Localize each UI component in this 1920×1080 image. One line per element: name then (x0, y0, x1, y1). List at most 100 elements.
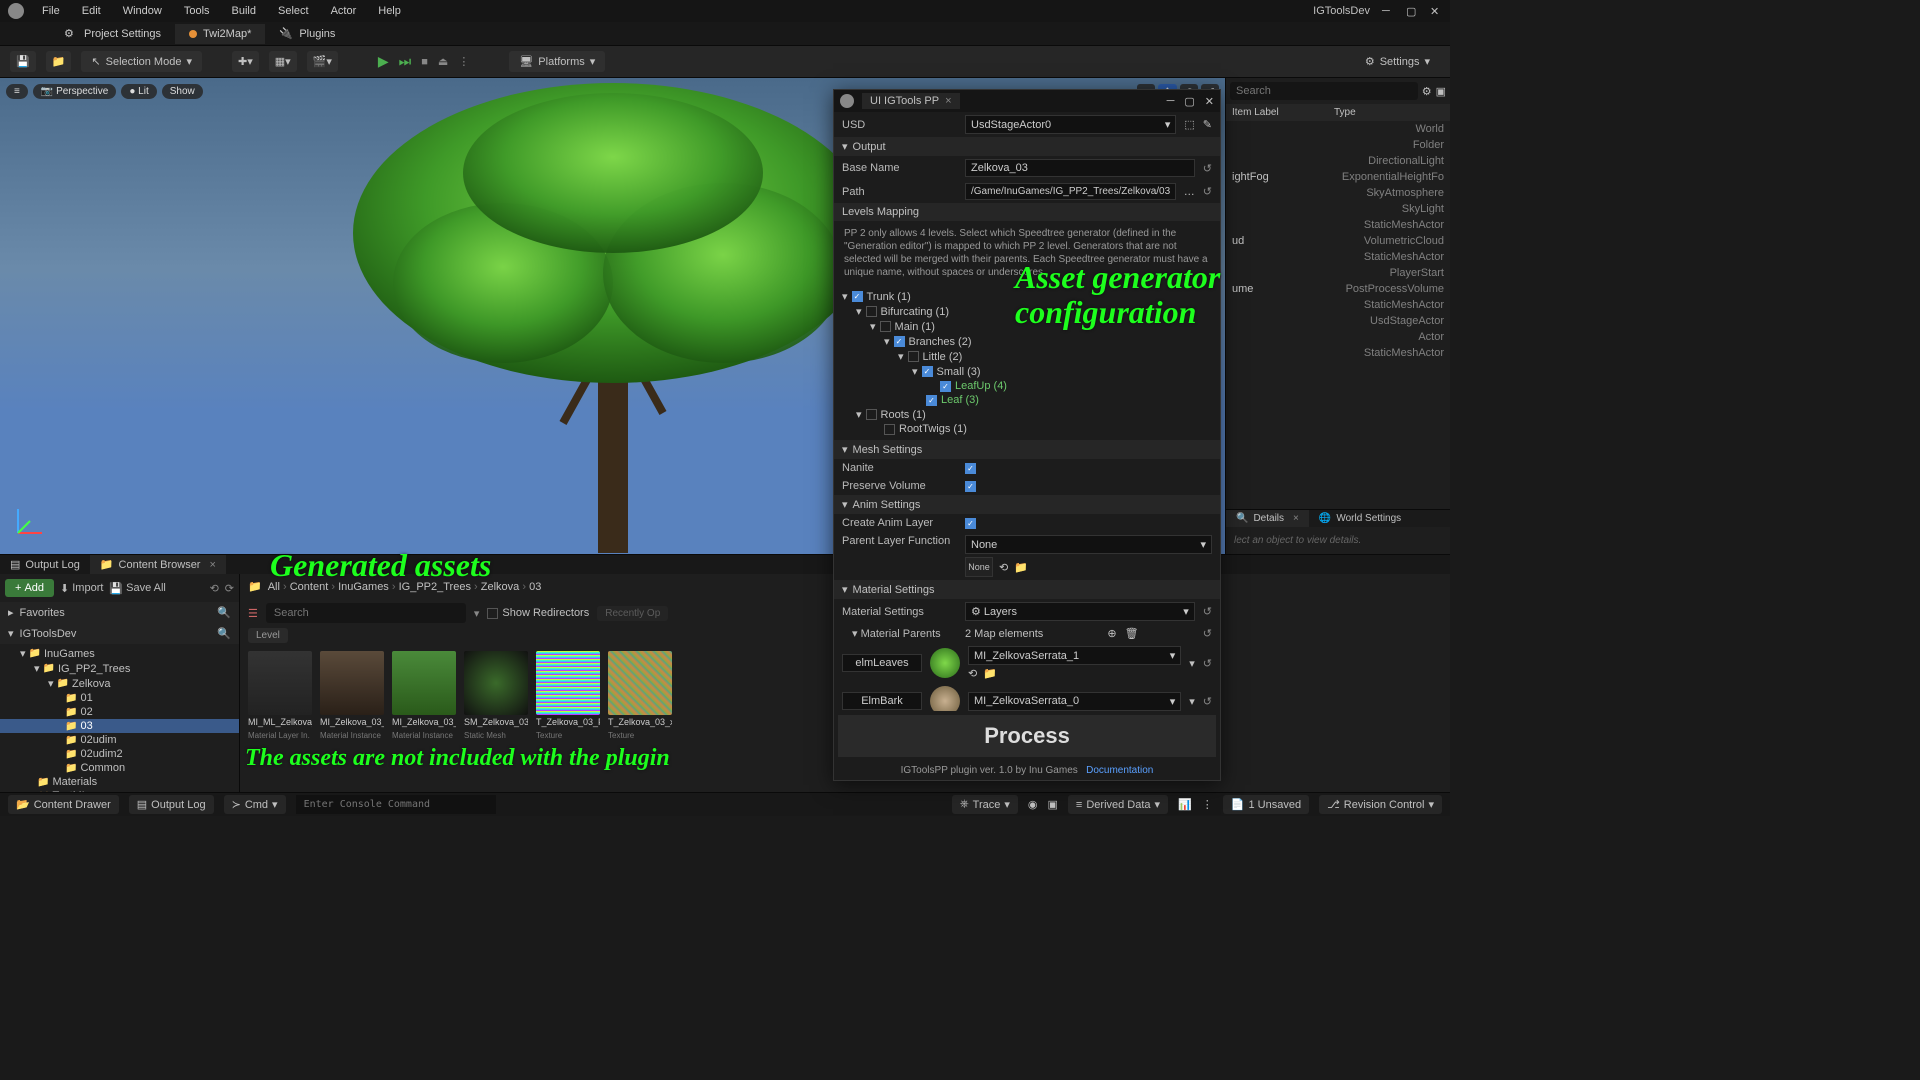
asset-item[interactable]: SM_Zelkova_03Static Mesh (464, 651, 528, 740)
leaves-material-thumb[interactable] (930, 648, 960, 678)
crumb-InuGames[interactable]: InuGames (338, 581, 389, 593)
reset-icon[interactable]: ↺ (1203, 185, 1212, 198)
perspective-button[interactable]: 📷 Perspective (33, 84, 116, 99)
show-redirectors-checkbox[interactable]: Show Redirectors (487, 607, 589, 619)
little-checkbox[interactable] (908, 351, 919, 362)
branches-checkbox[interactable] (894, 336, 905, 347)
elm-bark-key[interactable]: ElmBark (842, 692, 922, 710)
tab-plugins[interactable]: 🔌 Plugins (265, 23, 349, 45)
menu-help[interactable]: Help (378, 5, 401, 17)
folder-Materials[interactable]: 📁Materials (0, 775, 239, 789)
close-icon[interactable]: ✕ (1430, 5, 1442, 17)
tab-content-browser[interactable]: 📁Content Browser× (90, 555, 226, 574)
platforms-button[interactable]: 🖥 Platforms ▾ (509, 51, 605, 72)
record-icon[interactable]: ◉ (1028, 798, 1038, 811)
menu-build[interactable]: Build (232, 5, 256, 17)
history-fwd-icon[interactable]: ⟳ (225, 582, 234, 595)
folder-03[interactable]: 📁03 (0, 719, 239, 733)
process-button[interactable]: Process (838, 715, 1216, 757)
folder-tree[interactable]: ▾📁InuGames▾📁IG_PP2_Trees▾📁Zelkova📁01📁02📁… (0, 644, 239, 795)
outliner-row[interactable]: Actor (1226, 329, 1450, 345)
browse-icon[interactable]: … (1184, 186, 1195, 198)
close-tab-icon[interactable]: × (209, 559, 215, 571)
tab-output-log[interactable]: ▤Output Log (0, 555, 90, 574)
igtools-titlebar[interactable]: UI IGTools PP× ─ ▢ ✕ (834, 90, 1220, 112)
col-item[interactable]: Item Label (1232, 107, 1334, 118)
base-name-input[interactable] (965, 159, 1195, 177)
unsaved-button[interactable]: 📄 1 Unsaved (1223, 795, 1309, 814)
outliner-row[interactable]: udVolumetricCloud (1226, 233, 1450, 249)
console-input[interactable] (296, 795, 496, 814)
outliner-settings-icon[interactable]: ⚙ (1422, 85, 1432, 98)
browse-icon[interactable]: 📁 (1014, 561, 1028, 574)
cmd-button[interactable]: ≻ Cmd ▾ (224, 795, 286, 814)
close-icon[interactable]: ✕ (1205, 95, 1214, 108)
tab-level[interactable]: Twi2Map* (175, 24, 265, 44)
close-tab-icon[interactable]: × (945, 95, 951, 107)
section-levels[interactable]: Levels Mapping (834, 203, 1220, 221)
leafup-checkbox[interactable] (940, 381, 951, 392)
maximize-icon[interactable]: ▢ (1406, 5, 1418, 17)
bark-material-dropdown[interactable]: MI_ZelkovaSerrata_0▾ (968, 692, 1181, 711)
play-button[interactable]: ▶ (378, 53, 389, 70)
outliner-row[interactable]: DirectionalLight (1226, 153, 1450, 169)
elm-leaves-key[interactable]: elmLeaves (842, 654, 922, 672)
menu-file[interactable]: File (42, 5, 60, 17)
tree-node[interactable]: LeafUp (4) (955, 380, 1007, 392)
col-type[interactable]: Type (1334, 107, 1444, 118)
folder-IG_PP2_Trees[interactable]: ▾📁IG_PP2_Trees (0, 661, 239, 676)
save-all-button[interactable]: 📁 (46, 51, 72, 72)
browse-icon[interactable]: 📁 (983, 667, 997, 680)
asset-item[interactable]: MI_Zelkova_03_1Material Instance (392, 651, 456, 740)
user-label[interactable]: IGToolsDev (1313, 5, 1370, 17)
selection-mode-button[interactable]: ↖ Selection Mode ▾ (81, 51, 202, 72)
asset-item[interactable]: T_Zelkova_03_PivPos_IndexTexture (536, 651, 600, 740)
reset-icon[interactable]: ↺ (1203, 162, 1212, 175)
play-options-button[interactable]: ⋮ (458, 55, 469, 68)
viewport-menu-button[interactable]: ≡ (6, 84, 28, 99)
outliner-row[interactable]: StaticMeshActor (1226, 345, 1450, 361)
bifurcating-checkbox[interactable] (866, 306, 877, 317)
tree-node[interactable]: Trunk (1) (867, 291, 911, 303)
create-anim-checkbox[interactable] (965, 518, 976, 529)
more-icon[interactable]: ⋮ (1202, 798, 1213, 811)
outliner-row[interactable]: PlayerStart (1226, 265, 1450, 281)
bookmark-icon[interactable]: ▣ (1048, 798, 1058, 811)
save-button[interactable]: 💾 (10, 51, 36, 72)
tree-node[interactable]: Leaf (3) (941, 394, 979, 406)
tree-node[interactable]: Roots (1) (881, 409, 926, 421)
tree-node[interactable]: Little (2) (923, 351, 963, 363)
favorites-section[interactable]: ▸ Favorites🔍 (0, 602, 239, 623)
content-drawer-button[interactable]: 📂 Content Drawer (8, 795, 119, 814)
tree-node[interactable]: Bifurcating (1) (881, 306, 949, 318)
documentation-link[interactable]: Documentation (1086, 765, 1153, 776)
reset-icon[interactable]: ↺ (1203, 657, 1212, 670)
section-mesh[interactable]: ▾ Mesh Settings (834, 440, 1220, 459)
crumb-All[interactable]: All (268, 581, 280, 593)
roottwigs-checkbox[interactable] (884, 424, 895, 435)
add-button[interactable]: + Add (5, 579, 54, 597)
folder-02udim[interactable]: 📁02udim (0, 733, 239, 747)
level-filter-chip[interactable]: Level (248, 628, 288, 643)
tree-node[interactable]: Branches (2) (909, 336, 972, 348)
tree-node[interactable]: Small (3) (937, 366, 981, 378)
lit-button[interactable]: ● Lit (121, 84, 156, 99)
crumb-Zelkova[interactable]: Zelkova (481, 581, 520, 593)
outliner-row[interactable]: ightFogExponentialHeightFo (1226, 169, 1450, 185)
derived-data-button[interactable]: ≡ Derived Data ▾ (1068, 795, 1168, 814)
parent-layer-dropdown[interactable]: None▾ (965, 535, 1212, 554)
small-checkbox[interactable] (922, 366, 933, 377)
browser-search-input[interactable] (266, 603, 466, 623)
tab-details[interactable]: 🔍Details× (1226, 510, 1309, 527)
minimize-icon[interactable]: ─ (1167, 95, 1175, 108)
outliner-search-input[interactable] (1230, 82, 1418, 100)
chevron-down-icon[interactable]: ▾ (474, 607, 480, 620)
levels-tree[interactable]: ▾Trunk (1) ▾Bifurcating (1) ▾Main (1) ▾B… (834, 285, 1220, 440)
usd-dropdown[interactable]: UsdStageActor0▾ (965, 115, 1176, 134)
reset-icon[interactable]: ↺ (1203, 695, 1212, 708)
menu-select[interactable]: Select (278, 5, 309, 17)
output-log-button[interactable]: ▤ Output Log (129, 795, 214, 814)
crumb-03[interactable]: 03 (529, 581, 541, 593)
section-anim[interactable]: ▾ Anim Settings (834, 495, 1220, 514)
search-icon[interactable]: 🔍 (217, 627, 231, 640)
